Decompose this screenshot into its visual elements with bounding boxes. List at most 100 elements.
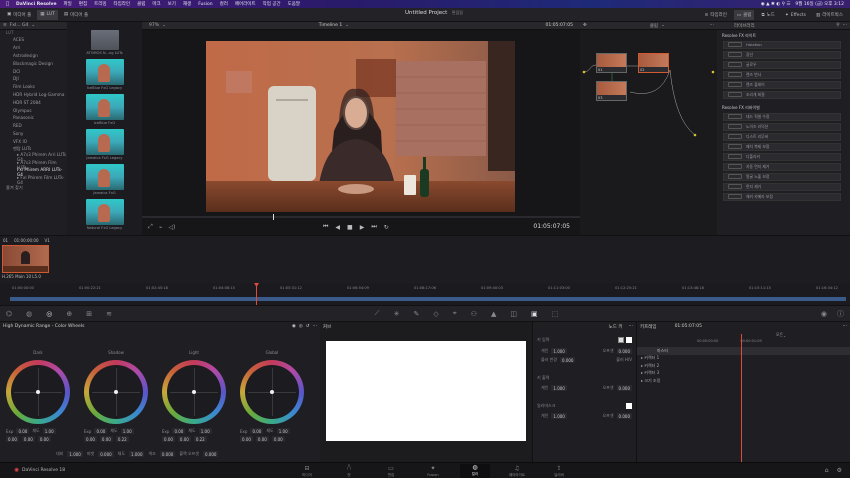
rgb-mixer-icon[interactable]: ⊞ bbox=[86, 310, 92, 318]
3d-icon[interactable]: ⬚ bbox=[552, 310, 559, 318]
lut-category[interactable]: Olympus bbox=[0, 106, 67, 114]
lut-category[interactable]: Panasonic bbox=[0, 114, 67, 122]
mini-timeline[interactable]: 01:00:00:00 01:00:22:21 01:02:45:18 01:0… bbox=[0, 283, 850, 305]
exp-field[interactable]: 0.00 bbox=[16, 428, 30, 434]
node-02[interactable]: 02 bbox=[638, 53, 669, 73]
keyframe-row-master[interactable]: 마스터 bbox=[637, 347, 850, 355]
dot-icon[interactable]: ◉ bbox=[292, 324, 296, 329]
effects-button[interactable]: ✦ Effects bbox=[782, 10, 809, 20]
fx-item[interactable]: 자동 먼지 제거 bbox=[723, 162, 841, 171]
timeline-name[interactable]: Timeline 1 bbox=[319, 23, 342, 28]
color-warper-icon[interactable]: ✳ bbox=[394, 310, 400, 318]
viewer-scrubber[interactable] bbox=[142, 214, 580, 220]
sat-field[interactable]: 1.00 bbox=[42, 428, 56, 434]
fx-item[interactable]: 조리개 회절 bbox=[723, 90, 841, 99]
lut-category[interactable]: DCI bbox=[0, 67, 67, 75]
lut-category[interactable]: RED bbox=[0, 122, 67, 130]
more-icon[interactable]: ⋯ bbox=[629, 324, 634, 329]
qualifier-icon[interactable]: ✎ bbox=[413, 310, 419, 318]
keyframe-row[interactable]: ▸ 크기 조정 bbox=[637, 377, 850, 385]
z-field[interactable]: 0.22 bbox=[115, 436, 129, 442]
menu-item-edit[interactable]: 편집 bbox=[79, 1, 87, 7]
key-blur[interactable]: 0.000 bbox=[560, 357, 576, 363]
x-field[interactable]: 0.00 bbox=[240, 436, 253, 442]
color-wheel[interactable] bbox=[240, 360, 304, 424]
skip-forward-icon[interactable]: ⏭ bbox=[371, 223, 376, 231]
y-field[interactable]: 0.00 bbox=[177, 436, 191, 442]
color-match-icon[interactable]: ◍ bbox=[26, 310, 32, 318]
lut-category[interactable]: Blackmagic Design bbox=[0, 59, 67, 67]
tracker-icon[interactable]: ⌖ bbox=[453, 309, 457, 318]
lut-category[interactable]: Sony bbox=[0, 130, 67, 138]
keyframe-row[interactable]: ▸ 커렉터 2 bbox=[637, 362, 850, 370]
page-deliver[interactable]: ⇪ 딜리버 bbox=[544, 465, 574, 478]
skip-back-icon[interactable]: ⏮ bbox=[323, 223, 328, 231]
menu-item-workspace[interactable]: 작업 공간 bbox=[263, 1, 281, 7]
magic-mask-icon[interactable]: ⚇ bbox=[471, 310, 477, 318]
exp-field[interactable]: 0.00 bbox=[172, 428, 186, 434]
lut-thumb[interactable]: Natural FxG Legacy bbox=[67, 197, 142, 232]
y-field[interactable]: 0.00 bbox=[99, 436, 113, 442]
key-out-offset[interactable]: 0.000 bbox=[616, 385, 632, 391]
menu-item-timeline[interactable]: 타임라인 bbox=[114, 1, 131, 7]
keyframes-filter[interactable]: 모든 bbox=[776, 332, 783, 338]
key-input-toggle[interactable] bbox=[618, 337, 624, 343]
fx-item[interactable]: 디플리커 bbox=[723, 152, 841, 161]
lut-folder-thumb[interactable]: ATOMOS N...ng LUTs bbox=[67, 22, 142, 57]
loop-icon[interactable]: ↻ bbox=[384, 224, 389, 231]
keyframe-row[interactable]: ▸ 커렉터 3 bbox=[637, 370, 850, 378]
chevron-down-icon[interactable]: ⌄ bbox=[661, 23, 665, 28]
color-wheel[interactable] bbox=[162, 360, 226, 424]
key-offset[interactable]: 0.000 bbox=[616, 348, 632, 354]
page-cut[interactable]: ⧸⧹ 컷 bbox=[334, 464, 364, 478]
key-gain[interactable]: 1.000 bbox=[551, 348, 567, 354]
fx-item[interactable]: Halation bbox=[723, 40, 841, 49]
fx-item[interactable]: 먼지 제거 bbox=[723, 182, 841, 191]
menu-item-playback[interactable]: 재생 bbox=[183, 1, 191, 7]
menu-item-view[interactable]: 보기 bbox=[168, 1, 176, 7]
lut-category[interactable]: ▸ Fxl Phirem Film LUTs-G4 bbox=[0, 175, 67, 185]
lut-thumb[interactable]: Jamaica FxG Legacy bbox=[67, 127, 142, 162]
dot-icon[interactable]: ◎ bbox=[299, 324, 303, 329]
menu-item-file[interactable]: 파일 bbox=[64, 1, 72, 7]
page-fusion[interactable]: ✦ Fusion bbox=[418, 465, 448, 477]
info-icon[interactable]: ⓘ bbox=[837, 309, 844, 319]
camera-raw-icon[interactable]: ⌬ bbox=[6, 310, 12, 318]
z-field[interactable]: 0.00 bbox=[271, 436, 285, 442]
menu-item-trim[interactable]: 트리밍 bbox=[94, 1, 106, 7]
fx-item[interactable]: 노이즈 리덕션 bbox=[723, 122, 841, 131]
window-icon[interactable]: ◇ bbox=[433, 310, 438, 318]
lightbox-button[interactable]: ▥ 라이트박스 bbox=[813, 10, 846, 20]
lut-category[interactable]: HDR ST 2084 bbox=[0, 98, 67, 106]
keyframes-playhead[interactable] bbox=[741, 334, 742, 462]
page-media[interactable]: ⊟ 미디어 bbox=[292, 465, 322, 478]
menu-item-help[interactable]: 도움말 bbox=[288, 1, 300, 7]
chevron-down-icon[interactable]: ⌄ bbox=[162, 23, 166, 28]
hdr-icon[interactable]: ⊕ bbox=[66, 310, 72, 318]
timeline-button[interactable]: ≡ 타임라인 bbox=[702, 10, 730, 20]
x-field[interactable]: 0.00 bbox=[162, 436, 175, 442]
page-edit[interactable]: ▭ 편집 bbox=[376, 465, 406, 478]
motion-effects-icon[interactable]: ≋ bbox=[106, 310, 112, 318]
fx-item[interactable]: 글로우 bbox=[723, 60, 841, 69]
key-input-toggle-2[interactable] bbox=[626, 337, 632, 343]
key-icon[interactable]: ◫ bbox=[510, 310, 517, 318]
more-icon[interactable]: ⋯ bbox=[843, 23, 848, 28]
apple-icon[interactable]:  bbox=[6, 1, 9, 7]
mask-offset[interactable]: 0.000 bbox=[616, 413, 632, 419]
favorites-item[interactable]: 즐겨 찾기 bbox=[0, 184, 67, 192]
fx-item[interactable]: 얼굴 노출 보정 bbox=[723, 172, 841, 181]
fx-item[interactable]: 렌즈 플레어 bbox=[723, 80, 841, 89]
z-field[interactable]: 0.00 bbox=[37, 436, 51, 442]
menu-item-color[interactable]: 컬러 bbox=[220, 1, 228, 7]
pointer-icon[interactable]: ⤢ bbox=[148, 223, 153, 231]
fx-item[interactable]: 디스트 리무버 bbox=[723, 132, 841, 141]
black-offset-field[interactable]: 0.000 bbox=[202, 451, 219, 457]
curves-icon[interactable]: ⟋ bbox=[375, 309, 380, 318]
search-icon[interactable]: ⚲ bbox=[836, 23, 839, 28]
nodes-button[interactable]: ⧉ 노드 bbox=[758, 10, 778, 20]
chevron-down-icon[interactable]: ⌄ bbox=[31, 23, 35, 28]
timeline-track[interactable] bbox=[10, 297, 846, 301]
lut-category[interactable]: Arri bbox=[0, 44, 67, 52]
reset-icon[interactable]: ↺ bbox=[306, 324, 310, 329]
